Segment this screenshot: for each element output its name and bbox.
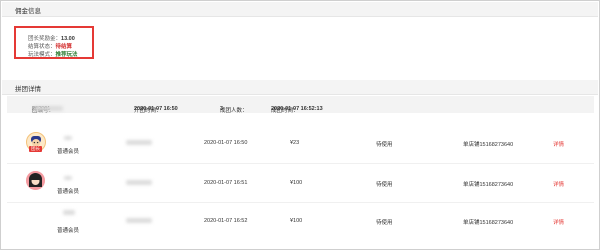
leader-badge: 团长 (29, 146, 42, 152)
girl-avatar-icon (26, 171, 45, 190)
store-name: 单店铺15168273640 (463, 220, 514, 226)
member-row: 普通会员 2020-01-07 16:52 ¥100 待使用 单店铺151682… (7, 204, 594, 239)
redacted-nickname (64, 176, 72, 180)
redacted-order-id (126, 218, 152, 223)
group-details-panel-title: 拼团详情 (15, 86, 41, 93)
member-count-value: 3 (220, 106, 224, 112)
open-time-value: 2020-01-07 16:50 (134, 106, 178, 112)
redacted-nickname (64, 136, 72, 140)
redacted-order-id (126, 140, 152, 145)
member-type: 普通会员 (57, 189, 80, 195)
girl-avatar-graphic (26, 171, 45, 190)
redacted-nickname (63, 210, 75, 215)
play-mode-value: 推荐玩法 (55, 52, 78, 58)
play-mode-row: 玩法模式：推荐玩法 (28, 50, 78, 58)
member-row: 普通会员 2020-01-07 16:51 ¥100 待使用 单店铺151682… (7, 166, 594, 201)
redacted-group-number (33, 106, 63, 111)
order-amount: ¥100 (290, 180, 303, 186)
group-summary-bar: 团编号：202001 开团时间：2020-01-07 16:50 成团人数：3 … (7, 96, 594, 114)
detail-link[interactable]: 详情 (553, 140, 564, 148)
order-amount: ¥23 (290, 140, 300, 146)
row-divider (7, 202, 594, 203)
cartoon-avatar-icon: 团长 (26, 132, 46, 152)
store-name: 单店铺15168273640 (463, 182, 514, 188)
commission-summary-box: 团长奖励金：13.00 结算状态：待结算 玩法模式：推荐玩法 (14, 26, 94, 59)
group-details-panel: 团编号：202001 开团时间：2020-01-07 16:50 成团人数：3 … (7, 96, 594, 246)
member-row: 团长 普通会员 2020-01-07 16:50 ¥23 待使用 单店铺1516… (7, 126, 594, 161)
page-frame: 佣金信息 团长奖励金：13.00 结算状态：待结算 玩法模式：推荐玩法 拼团详情… (0, 0, 600, 250)
detail-link[interactable]: 详情 (553, 180, 564, 188)
order-amount: ¥100 (290, 218, 303, 224)
group-details-panel-header: 拼团详情 (2, 80, 598, 95)
order-status: 待使用 (376, 220, 393, 226)
success-time-value: 2020-01-07 16:52:13 (271, 106, 323, 112)
member-type: 普通会员 (57, 149, 80, 155)
store-name: 单店铺15168273640 (463, 142, 514, 148)
commission-panel-header: 佣金信息 (2, 2, 598, 17)
order-status: 待使用 (376, 142, 393, 148)
play-mode-label: 玩法模式： (28, 52, 56, 58)
redacted-order-id (126, 180, 152, 185)
member-type: 普通会员 (57, 228, 80, 234)
order-status: 待使用 (376, 182, 393, 188)
commission-panel-title: 佣金信息 (15, 8, 41, 15)
detail-link[interactable]: 详情 (553, 218, 564, 226)
join-time: 2020-01-07 16:51 (204, 180, 248, 186)
join-time: 2020-01-07 16:50 (204, 140, 248, 146)
member-count-label: 成团人数： (220, 108, 248, 114)
join-time: 2020-01-07 16:52 (204, 218, 248, 224)
reward-row: 团长奖励金：13.00 (28, 34, 75, 42)
settlement-status-row: 结算状态：待结算 (28, 42, 72, 50)
row-divider (7, 163, 594, 164)
